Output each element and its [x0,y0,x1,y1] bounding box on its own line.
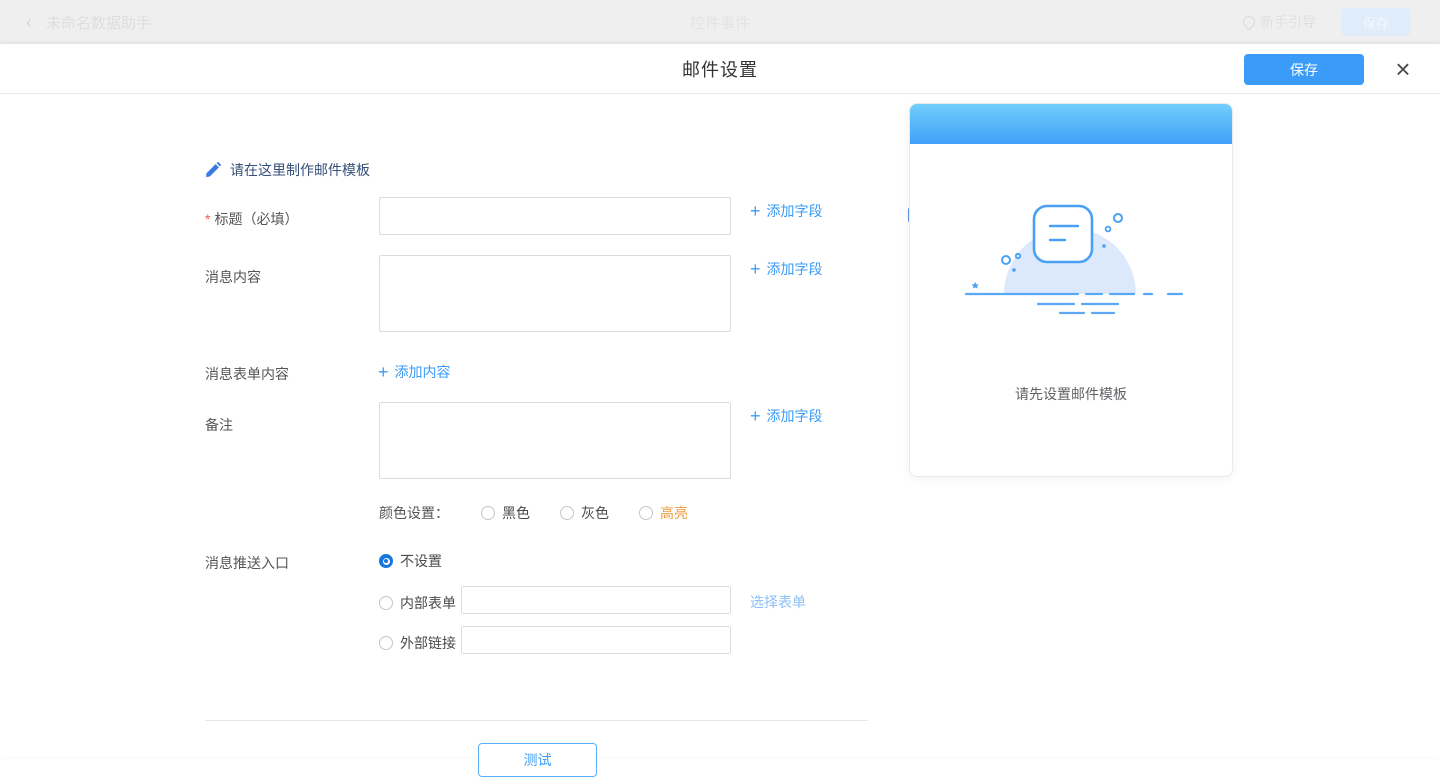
form-content-label: 消息表单内容 [205,364,289,384]
message-content-textarea[interactable] [379,255,731,332]
plus-icon: + [378,363,389,381]
push-radio-external-link[interactable]: 外部链接 [379,633,456,653]
email-settings-modal: 邮件设置 保存 × 请在这里制作邮件模板 *标题（必填） + 添加字段 [0,44,1440,757]
topbar-save-button[interactable]: 保存 [1342,8,1410,36]
beginner-guide-link[interactable]: 新手引导 [1243,12,1316,32]
modal-title: 邮件设置 [0,44,1440,94]
preview-card-body: 请先设置邮件模板 [910,144,1232,477]
form-section-title: 请在这里制作邮件模板 [230,160,370,180]
push-entry-label: 消息推送入口 [205,553,289,573]
push-radio-internal-form[interactable]: 内部表单 [379,593,456,613]
title-input[interactable] [379,197,731,235]
add-field-link-message[interactable]: + 添加字段 [750,259,823,279]
preview-card-header [910,104,1232,144]
empty-template-illustration [956,198,1186,326]
push-radio-none[interactable]: 不设置 [379,551,442,571]
add-field-link-remark[interactable]: + 添加字段 [750,406,823,426]
remark-label: 备注 [205,415,233,435]
color-radio-gray[interactable]: 灰色 [560,503,609,523]
form-section-header: 请在这里制作邮件模板 [205,160,370,180]
close-icon[interactable]: × [1390,56,1416,82]
plus-icon: + [750,260,761,278]
email-settings-screen: ‹ 未命名数据助手 控件事件 新手引导 保存 邮件设置 保存 × [0,0,1440,757]
save-button[interactable]: 保存 [1244,54,1364,85]
email-template-form: 请在这里制作邮件模板 *标题（必填） + 添加字段 消息内容 + 添加字段 消息… [0,138,880,757]
radio-circle-icon [481,506,495,520]
title-label: *标题（必填） [205,209,298,229]
message-content-label: 消息内容 [205,267,261,287]
radio-circle-icon [560,506,574,520]
radio-circle-icon [379,596,393,610]
pencil-icon [205,162,221,178]
color-radio-black[interactable]: 黑色 [481,503,530,523]
select-form-link[interactable]: 选择表单 [750,592,806,612]
radio-selected-icon [379,554,393,568]
form-divider [205,720,868,721]
app-topbar: ‹ 未命名数据助手 控件事件 新手引导 保存 [0,0,1440,44]
external-link-input[interactable] [461,626,731,654]
color-settings-label: 颜色设置： [379,503,449,523]
radio-circle-icon [379,636,393,650]
preview-empty-text: 请先设置邮件模板 [910,384,1232,404]
add-content-link[interactable]: + 添加内容 [378,362,451,382]
internal-form-input[interactable] [461,586,731,614]
tab-control-events[interactable]: 控件事件 [0,0,1440,44]
add-field-link-title[interactable]: + 添加字段 [750,201,823,221]
radio-circle-icon [639,506,653,520]
plus-icon: + [750,407,761,425]
required-asterisk: * [205,211,210,227]
test-button[interactable]: 测试 [478,743,597,777]
preview-card: 请先设置邮件模板 [909,103,1233,477]
color-radio-highlight[interactable]: 高亮 [639,503,688,523]
plus-icon: + [750,202,761,220]
location-pin-icon [1241,14,1258,31]
beginner-guide-label: 新手引导 [1260,12,1316,32]
color-settings-row: 颜色设置： 黑色 灰色 高亮 [379,503,718,523]
remark-textarea[interactable] [379,402,731,479]
modal-header: 邮件设置 保存 × [0,44,1440,94]
